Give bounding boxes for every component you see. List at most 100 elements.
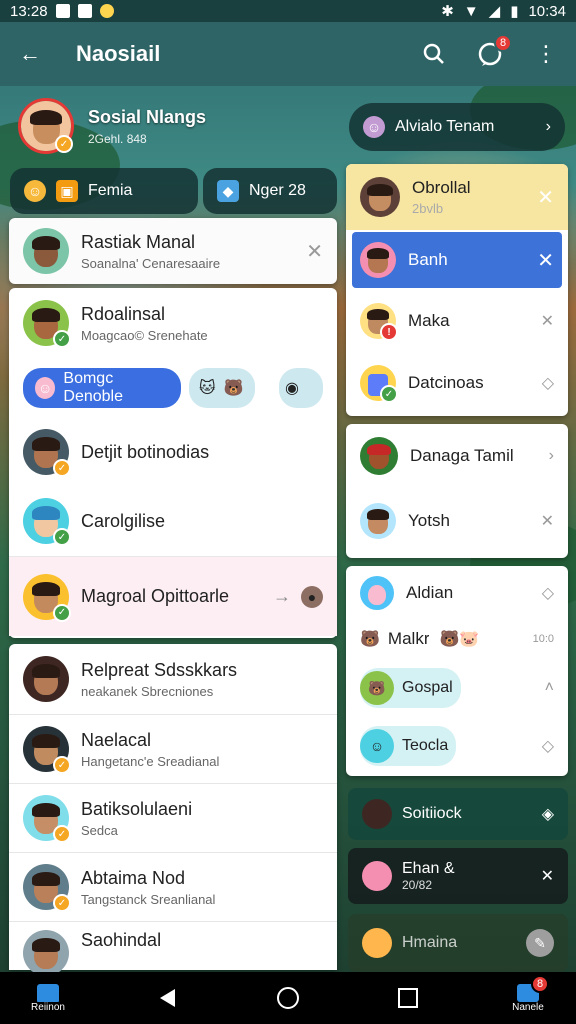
list-item[interactable]: 🐻 Malkr 🐻🐷 10:0 xyxy=(346,620,568,658)
close-icon[interactable]: ✕ xyxy=(537,248,554,273)
group-chip[interactable]: ☺ Bomgc Denoble xyxy=(23,368,181,408)
list-item[interactable]: Danaga Tamil › xyxy=(346,424,568,488)
expand-icon: ◈ xyxy=(541,806,554,823)
home-nav-button[interactable] xyxy=(258,986,318,1010)
close-icon[interactable]: ✕ xyxy=(541,511,554,531)
contact-name: Naelacal xyxy=(81,729,152,750)
chip-row: ☺ Bomgc Denoble 🐱 🐻 ◉ xyxy=(9,358,337,418)
nav-label: Reiinon xyxy=(31,1001,65,1013)
list-item[interactable]: Aldian ◇ xyxy=(346,566,568,620)
contact-name: Rdoalinsal xyxy=(81,303,166,324)
list-item[interactable]: ✓ Carolgilise xyxy=(9,486,337,556)
list-item[interactable]: ✓ Detjit botinodias xyxy=(9,418,337,486)
list-item[interactable]: ✓ Batiksolulaeni Sedca xyxy=(9,784,337,852)
contact-name: Banh xyxy=(408,250,448,269)
diamond-icon[interactable]: ◇ xyxy=(542,373,554,393)
search-icon[interactable] xyxy=(420,40,448,68)
contact-status: Tangstanck Sreanlianal xyxy=(81,891,216,907)
diamond-icon[interactable]: ◇ xyxy=(542,583,554,603)
home-icon xyxy=(37,983,59,1002)
verified-badge-icon: ✓ xyxy=(53,603,71,622)
app-bar: ← Naosiail 8 ⋮ xyxy=(0,22,576,86)
avatar: ✓ xyxy=(360,365,398,403)
verified-badge-icon: ✓ xyxy=(53,459,71,477)
list-item[interactable]: ✓ Rdoalinsal Moagcao© Srenehate xyxy=(9,288,337,358)
list-item-selected[interactable]: Banh ✕ xyxy=(352,232,562,288)
bear-icon: 🐻 xyxy=(360,671,394,705)
avatar xyxy=(360,576,394,610)
contact-name: Danaga Tamil xyxy=(410,446,514,465)
avatar xyxy=(23,930,69,976)
avatar xyxy=(23,656,69,702)
edit-icon[interactable]: ✎ xyxy=(526,929,554,957)
chip[interactable]: ☺ Teocla xyxy=(360,726,457,766)
diamond-icon[interactable]: ◇ xyxy=(542,736,554,756)
status-time-right: 10:34 xyxy=(528,2,566,20)
avatar xyxy=(23,228,69,274)
close-icon[interactable]: ✕ xyxy=(537,185,554,210)
contact-name: Detjit botinodias xyxy=(81,441,210,462)
emoji-icon: ☺ xyxy=(24,180,46,202)
bear-icon: 🐻 xyxy=(223,380,244,397)
list-item[interactable]: Saohindal xyxy=(9,922,337,976)
contact-name: Saohindal xyxy=(81,930,162,950)
status-bar: 13:28 ✱ ▼ ◢ ▮ 10:34 xyxy=(0,0,576,22)
list-item[interactable]: 🐻 Gospal ˄ xyxy=(346,658,568,718)
contact-name: Batiksolulaeni xyxy=(81,798,193,819)
filter-pill-nger[interactable]: ◆ Nger 28 xyxy=(203,168,337,214)
bottom-nav-bar: Reiinon 8 Nanele xyxy=(0,972,576,1024)
chip[interactable]: 🐻 Gospal xyxy=(360,668,461,708)
back-nav-button[interactable] xyxy=(138,987,198,1009)
avatar: ✓ xyxy=(23,498,71,546)
list-item[interactable]: ☺ Teocla ◇ xyxy=(346,718,568,774)
more-vert-icon[interactable]: ⋮ xyxy=(532,40,560,68)
contact-name: Ehan & xyxy=(402,860,455,877)
avatar: ✓ xyxy=(23,864,71,912)
contact-name: Relpreat Sdsskkars xyxy=(81,659,238,680)
sticker-chip[interactable]: ◉ xyxy=(279,368,323,408)
chat-pill-dark[interactable]: Hmaina ✎ xyxy=(348,914,568,972)
list-item[interactable]: ✓ Datcinoas ◇ xyxy=(346,352,568,414)
list-item[interactable]: ✓ Abtaima Nod Tangstanck Sreanlianal xyxy=(9,853,337,921)
avatar-icon xyxy=(362,799,392,829)
close-icon[interactable]: ✕ xyxy=(306,239,323,264)
avatar: ✓ xyxy=(23,726,71,774)
close-icon[interactable]: ✕ xyxy=(541,866,554,886)
nav-notifications[interactable]: 8 Nanele xyxy=(498,974,558,1013)
verified-badge-icon: ✓ xyxy=(380,385,398,403)
chat-card-rastiak[interactable]: Rastiak Manal Soanalna' Cenaresaaire ✕ xyxy=(9,218,337,284)
contact-name: Soitiiock xyxy=(402,805,462,822)
nav-home[interactable]: Reiinon xyxy=(18,983,78,1013)
recents-nav-button[interactable] xyxy=(378,987,438,1009)
contact-status: Soanalna' Cenaresaaire xyxy=(81,255,221,271)
verified-badge-icon: ✓ xyxy=(55,135,73,153)
avatar-icon xyxy=(362,861,392,891)
chat-pill-dark[interactable]: Soitiiock ◈ xyxy=(348,788,568,840)
group-pill[interactable]: ☺ Alvialo Tenam › xyxy=(349,103,565,151)
chevron-up-icon[interactable]: ˄ xyxy=(545,679,554,697)
emoji-icon: ☺ xyxy=(363,116,385,138)
pill-label: Nger 28 xyxy=(249,182,306,199)
wifi-icon: ▼ xyxy=(463,2,479,20)
notification-badge: 8 xyxy=(531,974,549,993)
right-chat-card: Obrollal 2bvlb ✕ Banh ✕ ! Maka ✕ ✓ Datci… xyxy=(346,164,568,416)
list-item[interactable]: Yotsh ✕ xyxy=(346,488,568,554)
chip-label: Gospal xyxy=(402,679,453,696)
cat-icon: 🐱 xyxy=(199,380,216,397)
list-item-highlighted[interactable]: ✓ Magroal Opittoarle → ● xyxy=(9,556,337,636)
chat-bubble-icon[interactable]: 8 xyxy=(476,34,512,68)
contact-name: Abtaima Nod xyxy=(81,867,186,888)
filter-pill-femia[interactable]: ☺ ▣ Femia xyxy=(10,168,198,214)
back-arrow-icon[interactable]: ← xyxy=(16,40,44,68)
list-item[interactable]: ✓ Naelacal Hangetanc'e Sreadianal xyxy=(9,715,337,783)
chat-pill-dark[interactable]: Ehan & 20/82 ✕ xyxy=(348,848,568,904)
chevron-right-icon[interactable]: › xyxy=(549,447,554,465)
list-item[interactable]: Relpreat Sdsskkars neakanek Sbrecniones xyxy=(9,644,337,714)
sticker-chip[interactable]: 🐱 🐻 xyxy=(189,368,255,408)
close-icon[interactable]: ✕ xyxy=(541,311,554,331)
contact-name: Malkr xyxy=(387,629,430,648)
list-item[interactable]: Obrollal 2bvlb ✕ xyxy=(346,164,568,230)
avatar-icon: ☺ xyxy=(360,729,394,763)
list-item[interactable]: ! Maka ✕ xyxy=(346,290,568,352)
user-profile[interactable]: ✓ Sosial Nlangs 2Gehl. 848 xyxy=(18,98,206,154)
